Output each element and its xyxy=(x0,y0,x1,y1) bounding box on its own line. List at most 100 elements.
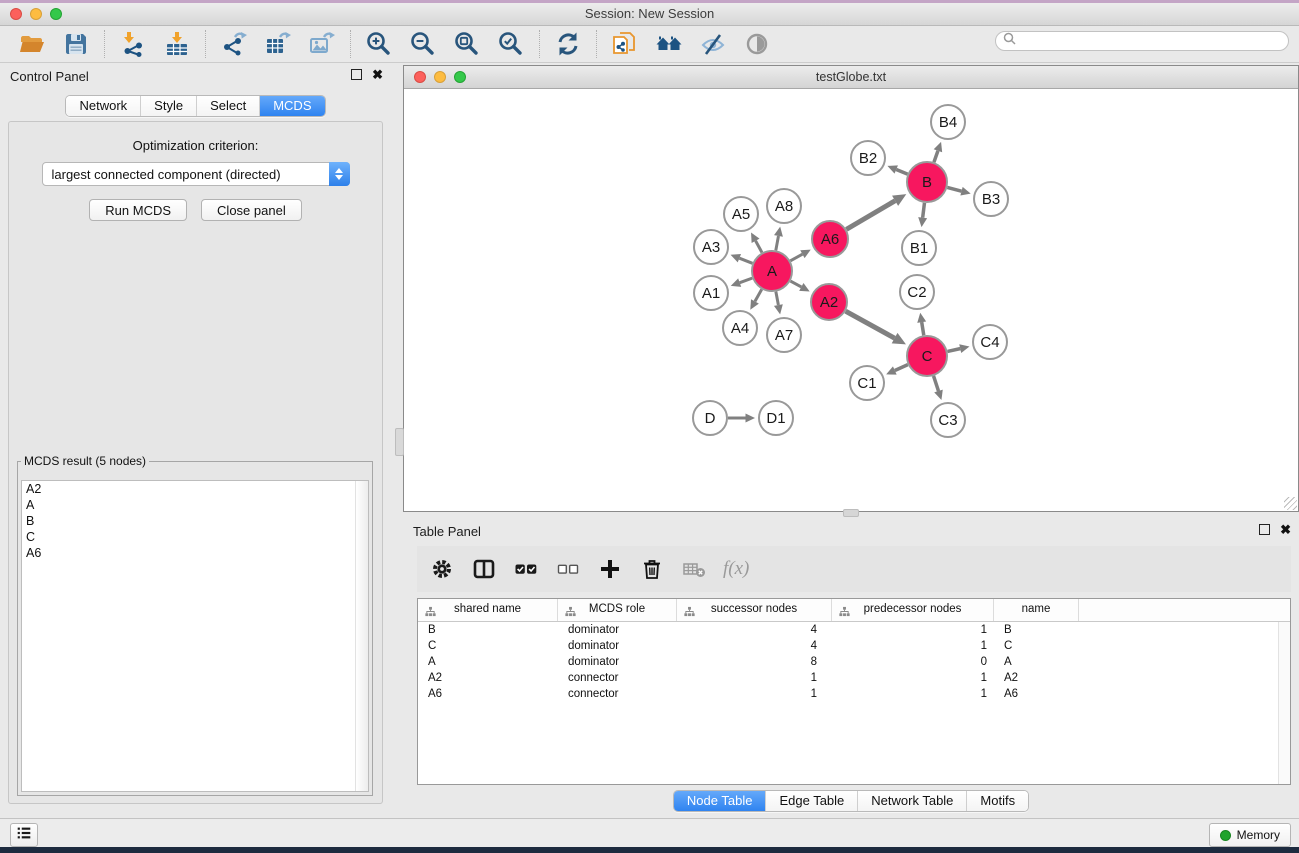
table-header-row: shared nameMCDS rolesuccessor nodesprede… xyxy=(418,599,1290,622)
graph-edge-A-A5[interactable] xyxy=(756,241,762,253)
mcds-result-item[interactable]: C xyxy=(22,529,368,545)
table-cell: 1 xyxy=(832,686,994,702)
network-window-titlebar[interactable]: testGlobe.txt xyxy=(404,66,1298,89)
search-input[interactable] xyxy=(1018,33,1288,49)
table-row[interactable]: A6connector11A6 xyxy=(418,686,1290,702)
column-header-successor-nodes[interactable]: successor nodes xyxy=(677,599,832,621)
zoom-out-icon[interactable] xyxy=(405,29,441,59)
hide-details-icon[interactable] xyxy=(695,29,731,59)
graph-edge-A-A3[interactable] xyxy=(739,258,752,263)
graph-edge-A-A7[interactable] xyxy=(776,292,779,305)
horizontal-splitter-handle[interactable] xyxy=(843,509,859,517)
graph-edge-B-B1[interactable] xyxy=(923,203,925,218)
trash-icon[interactable] xyxy=(637,554,667,584)
refresh-icon[interactable] xyxy=(550,29,586,59)
graph-edge-C-C2[interactable] xyxy=(922,322,924,335)
toolbar-group xyxy=(206,29,350,59)
mcds-result-item[interactable]: A xyxy=(22,497,368,513)
folder-open-icon[interactable] xyxy=(14,29,50,59)
tab-style[interactable]: Style xyxy=(140,96,196,116)
mcds-result-item[interactable]: A6 xyxy=(22,545,368,561)
graph-node-label: D1 xyxy=(766,410,785,427)
graph-edge-A6-B[interactable] xyxy=(846,201,895,230)
table-toolbar: f(x) xyxy=(417,546,1291,592)
graph-edge-A-A4[interactable] xyxy=(755,289,762,301)
close-table-panel-icon[interactable]: ✖ xyxy=(1280,524,1291,535)
function-builder-icon[interactable]: f(x) xyxy=(723,558,749,580)
plus-icon[interactable] xyxy=(595,554,625,584)
import-network-icon[interactable] xyxy=(115,29,151,59)
zoom-fit-icon[interactable] xyxy=(449,29,485,59)
close-panel-icon[interactable]: ✖ xyxy=(372,69,383,80)
task-history-button[interactable] xyxy=(10,823,38,847)
gear-icon[interactable] xyxy=(427,554,457,584)
table-row[interactable]: Cdominator41C xyxy=(418,638,1290,654)
run-mcds-button[interactable]: Run MCDS xyxy=(89,199,187,221)
float-panel-icon[interactable] xyxy=(351,69,362,80)
export-network-icon[interactable] xyxy=(216,29,252,59)
import-table-icon[interactable] xyxy=(159,29,195,59)
column-header-mcds-role[interactable]: MCDS role xyxy=(558,599,677,621)
graph-edge-A2-C[interactable] xyxy=(846,311,895,338)
zoom-selected-icon[interactable] xyxy=(493,29,529,59)
mcds-result-item[interactable]: A2 xyxy=(22,481,368,497)
memory-label: Memory xyxy=(1237,828,1280,842)
home-icon[interactable] xyxy=(651,29,687,59)
graph-node-label: B1 xyxy=(910,240,928,257)
graph-edge-A-A8[interactable] xyxy=(776,236,779,250)
table-cell: 1 xyxy=(832,638,994,654)
table-cell: A2 xyxy=(994,670,1079,686)
graph-node-label: A4 xyxy=(731,320,749,337)
resize-grip-icon[interactable] xyxy=(1284,497,1297,510)
graph-edge-B-B4[interactable] xyxy=(934,151,938,162)
graph-edge-A-A1[interactable] xyxy=(740,278,753,283)
search-box[interactable] xyxy=(995,31,1289,51)
graph-edge-C-C1[interactable] xyxy=(895,365,908,371)
result-list-scrollbar[interactable] xyxy=(355,481,368,791)
graph-edge-C-C4[interactable] xyxy=(947,349,960,352)
table-row[interactable]: Adominator80A xyxy=(418,654,1290,670)
network-document-icon[interactable] xyxy=(607,29,643,59)
column-header-label: name xyxy=(994,603,1078,615)
graph-edge-B-B2[interactable] xyxy=(896,169,907,174)
column-header-shared-name[interactable]: shared name xyxy=(418,599,558,621)
vertical-splitter-handle[interactable] xyxy=(395,428,404,456)
column-header-name[interactable]: name xyxy=(994,599,1079,621)
mcds-result-item[interactable]: B xyxy=(22,513,368,529)
unchecked-boxes-icon[interactable] xyxy=(553,554,583,584)
tab-network-table[interactable]: Network Table xyxy=(857,791,966,811)
tab-edge-table[interactable]: Edge Table xyxy=(765,791,857,811)
column-header-predecessor-nodes[interactable]: predecessor nodes xyxy=(832,599,994,621)
graph-node-label: A1 xyxy=(702,285,720,302)
eye-icon[interactable] xyxy=(739,29,775,59)
export-image-icon[interactable] xyxy=(304,29,340,59)
float-table-panel-icon[interactable] xyxy=(1259,524,1270,535)
tab-mcds[interactable]: MCDS xyxy=(259,96,324,116)
tab-motifs[interactable]: Motifs xyxy=(966,791,1028,811)
tab-select[interactable]: Select xyxy=(196,96,259,116)
memory-button[interactable]: Memory xyxy=(1209,823,1291,847)
checked-boxes-icon[interactable] xyxy=(511,554,541,584)
table-delete-icon[interactable] xyxy=(679,554,709,584)
table-row[interactable]: A2connector11A2 xyxy=(418,670,1290,686)
main-titlebar[interactable]: Session: New Session xyxy=(0,3,1299,26)
export-table-icon[interactable] xyxy=(260,29,296,59)
tab-network[interactable]: Network xyxy=(66,96,140,116)
close-panel-button[interactable]: Close panel xyxy=(201,199,302,221)
criterion-selected-value: largest connected component (directed) xyxy=(52,167,281,182)
zoom-in-icon[interactable] xyxy=(361,29,397,59)
criterion-select[interactable]: largest connected component (directed) xyxy=(42,162,350,186)
save-icon[interactable] xyxy=(58,29,94,59)
graph-edge-C-C3[interactable] xyxy=(934,376,939,391)
table-row[interactable]: Bdominator41B xyxy=(418,622,1290,638)
mcds-result-groupbox: MCDS result (5 nodes) A2ABCA6 xyxy=(17,454,373,796)
graph-edge-A-A2[interactable] xyxy=(790,281,801,287)
tab-node-table[interactable]: Node Table xyxy=(674,791,766,811)
graph-edge-B-B3[interactable] xyxy=(947,187,961,191)
network-canvas[interactable]: AA1A2A3A4A5A6A7A8BB1B2B3B4CC1C2C3C4DD1 xyxy=(404,89,1298,511)
graph-edge-A-A6[interactable] xyxy=(790,254,802,261)
columns-icon[interactable] xyxy=(469,554,499,584)
table-cell: 1 xyxy=(832,670,994,686)
list-icon xyxy=(15,824,33,847)
graph-node-label: A8 xyxy=(775,198,793,215)
